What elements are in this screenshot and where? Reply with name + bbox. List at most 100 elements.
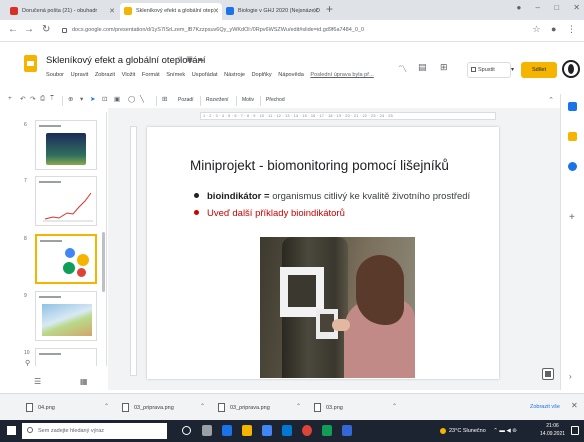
redo-icon[interactable]: ↷ <box>30 95 35 103</box>
maximize-icon[interactable]: □ <box>554 3 559 12</box>
explore-icon[interactable] <box>542 368 554 380</box>
avatar[interactable] <box>562 60 580 78</box>
profile-avatar-icon[interactable]: ● <box>551 24 556 34</box>
filmstrip-scrollbar[interactable] <box>102 232 105 292</box>
menu-edit[interactable]: Upravit <box>71 72 89 78</box>
menu-view[interactable]: Zobrazit <box>95 72 115 78</box>
forward-icon[interactable]: → <box>24 24 34 35</box>
slide-thumbnail-8[interactable] <box>35 234 97 284</box>
app-icon[interactable] <box>322 425 332 436</box>
notification-icon[interactable] <box>571 426 579 435</box>
chevron-up-icon[interactable]: ⌃ <box>392 403 397 410</box>
background-button[interactable]: Pozadí <box>178 97 194 103</box>
close-icon[interactable]: ✕ <box>571 401 578 410</box>
back-icon[interactable]: ← <box>8 24 18 35</box>
chevron-up-icon[interactable]: ⌃ <box>104 403 109 410</box>
slide-title[interactable]: Miniprojekt - biomonitoring pomocí lišej… <box>190 158 449 173</box>
drag-handle-icon[interactable]: ⚲ <box>25 359 30 366</box>
slide-thumbnail-10[interactable] <box>35 348 97 366</box>
menu-kebab-icon[interactable]: ⋮ <box>567 24 576 34</box>
bullet-item[interactable]: bioindikátor = organismus citlivý ke kva… <box>194 191 470 202</box>
menu-slide[interactable]: Snímek <box>166 72 185 78</box>
profile-icon[interactable]: ● <box>516 3 521 12</box>
menu-file[interactable]: Soubor <box>46 72 64 78</box>
image-icon[interactable]: ▣ <box>114 95 120 103</box>
text-box-icon[interactable]: ⊡ <box>102 95 107 103</box>
chevron-up-icon[interactable]: ⌃ <box>200 403 205 410</box>
tasks-icon[interactable] <box>568 162 577 171</box>
close-window-icon[interactable]: ✕ <box>573 3 580 12</box>
minimize-icon[interactable]: – <box>536 3 540 12</box>
activity-trend-icon[interactable]: 〽 <box>398 62 407 75</box>
task-view-icon[interactable] <box>202 425 212 436</box>
move-folder-icon[interactable]: ▣ <box>186 56 197 63</box>
select-cursor-icon[interactable]: ➤ <box>90 95 95 103</box>
grid-view-icon[interactable]: ▦ <box>80 377 88 386</box>
address-bar[interactable]: docs.google.com/presentation/d/1yS7ISrLz… <box>62 23 522 38</box>
tab-biologie[interactable]: Biologie v GHJ 2020 (Nejsnáze D ✕ <box>222 3 322 20</box>
lichen-monitoring-photo[interactable] <box>260 237 415 378</box>
expand-panel-icon[interactable]: › <box>569 372 572 381</box>
taskbar-search-input[interactable]: Sem zadejte hledaný výraz <box>22 423 167 439</box>
line-icon[interactable]: ╲ <box>140 95 144 103</box>
windows-start-icon[interactable] <box>7 426 16 435</box>
zoom-dropdown-icon[interactable]: ▾ <box>80 95 83 103</box>
weather-text[interactable]: 23°C Slunečno <box>449 428 486 434</box>
chrome-icon[interactable] <box>302 425 312 436</box>
slides-logo-icon[interactable] <box>24 55 37 72</box>
filmstrip-view-icon[interactable]: ☰ <box>34 377 41 386</box>
zoom-icon[interactable]: ⊕ <box>68 95 73 103</box>
new-tab-button[interactable]: + <box>326 2 333 16</box>
present-button[interactable]: Spustit <box>467 62 511 78</box>
calendar-icon[interactable] <box>568 102 577 111</box>
edge-icon[interactable] <box>222 425 232 436</box>
add-slide-icon[interactable]: ⊞ <box>440 62 448 73</box>
undo-icon[interactable]: ↶ <box>20 95 25 103</box>
bookmark-star-icon[interactable]: ☆ <box>532 24 540 34</box>
tray-icons[interactable]: ⌃ ▬ ◀ ⊚ <box>493 428 517 434</box>
close-icon[interactable]: ✕ <box>313 3 319 20</box>
cortana-icon[interactable] <box>182 426 191 435</box>
download-item[interactable]: 04.png <box>26 402 55 414</box>
present-dropdown-icon[interactable]: ▾ <box>511 62 519 78</box>
theme-button[interactable]: Motiv <box>242 97 254 103</box>
get-addons-icon[interactable]: + <box>569 212 575 223</box>
tab-mail[interactable]: Doručená pošta (21) - obuhadr ✕ <box>6 3 118 20</box>
menu-insert[interactable]: Vložit <box>122 72 136 78</box>
transition-button[interactable]: Přechod <box>266 97 285 103</box>
menu-format[interactable]: Formát <box>142 72 160 78</box>
file-explorer-icon[interactable] <box>242 425 252 436</box>
share-button[interactable]: Sdílet <box>521 62 557 78</box>
show-all-downloads-link[interactable]: Zobrazit vše <box>530 404 560 410</box>
reload-icon[interactable]: ↻ <box>42 24 50 35</box>
collapse-toolbar-icon[interactable]: ⌃ <box>548 96 554 104</box>
bullet-item[interactable]: Uveď další příklady bioindikátorů <box>194 208 345 219</box>
slide-thumbnail-9[interactable] <box>35 291 97 341</box>
comment-add-icon[interactable]: ⊞ <box>162 95 167 103</box>
store-icon[interactable] <box>262 425 272 436</box>
close-icon[interactable]: ✕ <box>109 3 115 20</box>
menu-tools[interactable]: Nástroje <box>224 72 245 78</box>
layout-button[interactable]: Rozvržení <box>206 97 229 103</box>
app-icon[interactable] <box>342 425 352 436</box>
print-icon[interactable]: ⎙ <box>40 95 45 103</box>
star-icon[interactable]: ☆ <box>176 56 186 63</box>
paint-format-icon[interactable]: ⍑ <box>50 95 54 103</box>
slide-thumbnail-6[interactable] <box>35 120 97 170</box>
download-item[interactable]: 03_priprava.png <box>122 402 174 414</box>
shape-icon[interactable]: ◯ <box>128 95 135 103</box>
comments-icon[interactable]: ▤ <box>418 62 427 73</box>
last-edit-link[interactable]: Poslední úprava byla př... <box>310 72 373 78</box>
new-slide-icon[interactable]: + <box>8 95 12 102</box>
current-slide[interactable]: Miniprojekt - biomonitoring pomocí lišej… <box>147 127 499 379</box>
menu-addons[interactable]: Doplňky <box>252 72 272 78</box>
close-icon[interactable]: ✕ <box>213 3 219 20</box>
menu-help[interactable]: Nápověda <box>278 72 304 78</box>
menu-arrange[interactable]: Uspořádat <box>192 72 218 78</box>
chevron-up-icon[interactable]: ⌃ <box>296 403 301 410</box>
taskbar-clock[interactable]: 21:06 14.09.2021 <box>540 422 565 438</box>
tab-slides[interactable]: Skleníkový efekt a globální otep ✕ <box>120 3 222 20</box>
download-item[interactable]: 03.png <box>314 402 343 414</box>
mail-icon[interactable] <box>282 425 292 436</box>
keep-icon[interactable] <box>568 132 577 141</box>
